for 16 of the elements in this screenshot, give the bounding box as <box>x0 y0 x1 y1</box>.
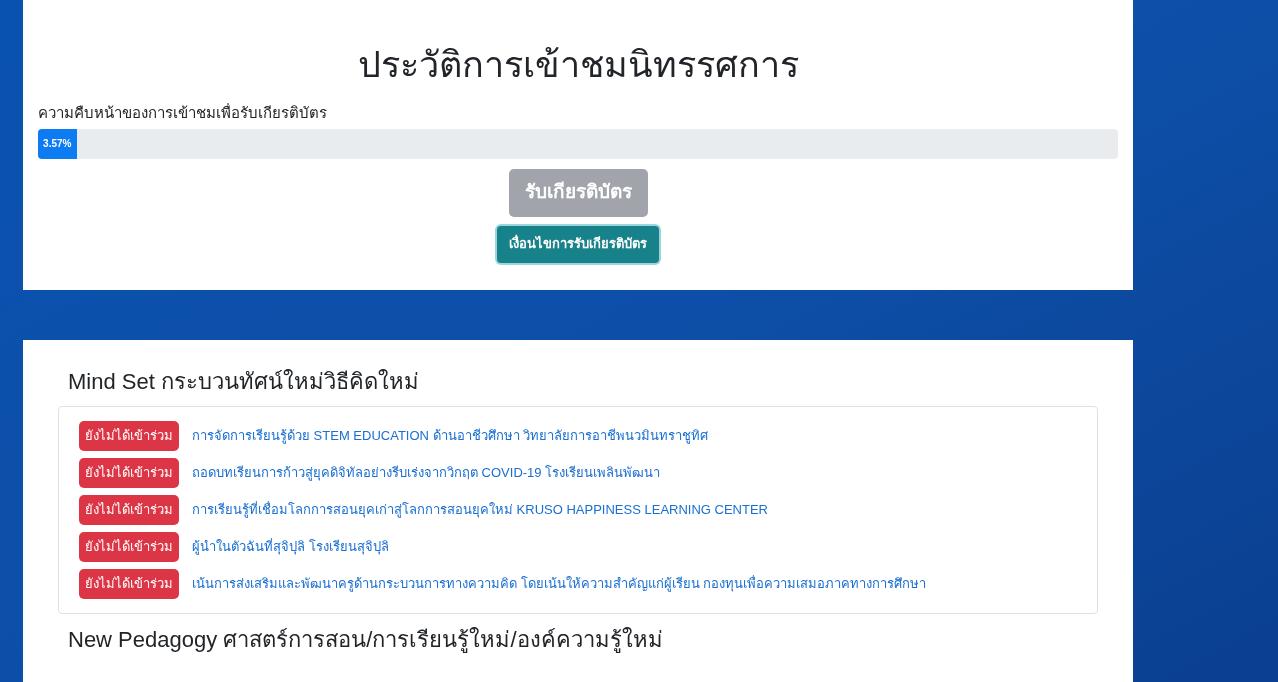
exhibition-link[interactable]: การจัดการเรียนรู้ด้วย STEM EDUCATION ด้านอาชีวศึกษา วิทยาลัยการอาชีพนวมินทราชูทิศ <box>192 425 709 446</box>
exhibition-link[interactable]: การเรียนรู้ที่เชื่อมโลกการสอนยุคเก่าสู่โลกการสอนยุคใหม่ KRUSO HAPPINESS LEARNING CENTER <box>192 499 768 520</box>
status-badge: ยังไม่ได้เข้าร่วม <box>79 568 179 599</box>
progress-fill: 3.57% <box>38 128 77 159</box>
exhibition-link[interactable]: ผู้นำในตัวฉันที่สุจิปุลิ โรงเรียนสุจิปุลิ <box>192 536 389 557</box>
progress-label: ความคืบหน้าของการเข้าชมเพื่อรับเกียรติบัตร <box>38 102 327 123</box>
section-heading: Mind Set กระบวนทัศน์ใหม่วิธีคิดใหม่ <box>68 367 420 396</box>
page-title: ประวัติการเข้าชมนิทรรศการ <box>357 43 799 87</box>
exhibition-link[interactable]: ถอดบทเรียนการก้าวสู่ยุคดิจิทัลอย่างรีบเร่งจากวิกฤต COVID-19 โรงเรียนเพลินพัฒนา <box>192 462 661 483</box>
certificate-conditions-button[interactable]: เงื่อนไขการรับเกียรติบัตร <box>497 225 659 263</box>
section-heading: New Pedagogy ศาสตร์การสอน/การเรียนรู้ใหม่/องค์ความรู้ใหม่ <box>68 625 664 655</box>
status-badge: ยังไม่ได้เข้าร่วม <box>79 420 179 451</box>
status-badge: ยังไม่ได้เข้าร่วม <box>79 494 179 525</box>
status-badge: ยังไม่ได้เข้าร่วม <box>79 457 179 488</box>
exhibition-link[interactable]: เน้นการส่งเสริมและพัฒนาครูด้านกระบวนการทางความคิด โดยเน้นให้ความสำคัญแก่ผู้เรียน กองทุนเพื่อความเสมอภาคทางการศึกษา <box>192 573 927 594</box>
status-badge: ยังไม่ได้เข้าร่วม <box>79 531 179 562</box>
